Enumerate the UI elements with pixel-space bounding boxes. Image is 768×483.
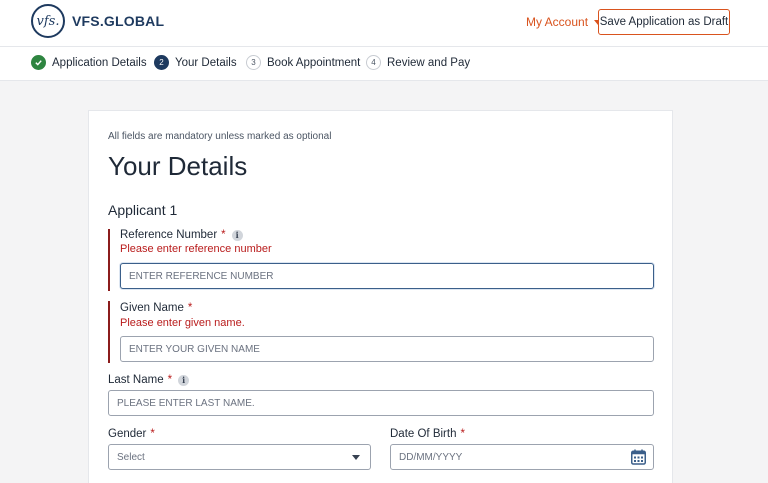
logo-text: VFS.GLOBAL <box>72 13 165 29</box>
last-name-input[interactable]: PLEASE ENTER LAST NAME. <box>108 390 654 416</box>
mandatory-note: All fields are mandatory unless marked a… <box>108 131 332 142</box>
reference-number-error: Please enter reference number <box>120 243 272 255</box>
calendar-icon[interactable] <box>631 449 646 465</box>
reference-number-label: Reference Number * i <box>120 229 243 241</box>
required-marker: * <box>167 374 173 386</box>
error-indicator-bar <box>108 301 110 363</box>
step-label: Application Details <box>52 56 147 69</box>
given-name-input[interactable]: ENTER YOUR GIVEN NAME <box>120 336 654 362</box>
required-marker: * <box>187 302 193 314</box>
my-account-label: My Account <box>526 15 589 29</box>
info-icon[interactable]: i <box>231 229 243 241</box>
required-marker: * <box>150 428 155 440</box>
date-of-birth-placeholder: DD/MM/YYYY <box>399 451 463 463</box>
reference-number-placeholder: ENTER REFERENCE NUMBER <box>129 270 274 282</box>
last-name-label: Last Name * i <box>108 374 190 386</box>
required-marker: * <box>460 428 465 440</box>
step-your-details[interactable]: 2 Your Details <box>154 55 237 70</box>
applicant-heading: Applicant 1 <box>108 202 178 218</box>
label-text: Date Of Birth <box>390 428 457 440</box>
logo-mark-icon: vfs. <box>31 4 65 38</box>
page-title: Your Details <box>108 151 248 181</box>
gender-label: Gender * <box>108 428 155 440</box>
step-label: Your Details <box>175 56 237 69</box>
label-text: Given Name <box>120 302 184 314</box>
my-account-menu[interactable]: My Account <box>526 15 603 29</box>
chevron-down-icon <box>352 455 360 460</box>
step-number: 2 <box>154 55 169 70</box>
vfs-global-logo[interactable]: vfs. VFS.GLOBAL <box>31 4 164 38</box>
your-details-form: All fields are mandatory unless marked a… <box>88 110 673 483</box>
top-header: vfs. VFS.GLOBAL My Account Save Applicat… <box>0 0 768 47</box>
label-text: Last Name <box>108 374 164 386</box>
checkmark-icon <box>31 55 46 70</box>
error-indicator-bar <box>108 229 110 291</box>
save-draft-button[interactable]: Save Application as Draft <box>598 9 730 35</box>
date-of-birth-label: Date Of Birth * <box>390 428 465 440</box>
label-text: Reference Number <box>120 229 218 241</box>
info-icon[interactable]: i <box>178 374 190 386</box>
reference-number-input[interactable]: ENTER REFERENCE NUMBER <box>120 263 654 289</box>
label-text: Gender <box>108 428 147 440</box>
step-number: 4 <box>366 55 381 70</box>
given-name-label: Given Name * <box>120 302 192 314</box>
given-name-error: Please enter given name. <box>120 317 245 329</box>
gender-select[interactable]: Select <box>108 444 371 470</box>
step-label: Book Appointment <box>267 56 361 69</box>
required-marker: * <box>221 229 226 241</box>
step-number: 3 <box>246 55 261 70</box>
step-book-appointment[interactable]: 3 Book Appointment <box>246 55 360 70</box>
gender-selected-value: Select <box>117 451 145 463</box>
step-application-details[interactable]: Application Details <box>31 55 147 70</box>
date-of-birth-input[interactable]: DD/MM/YYYY <box>390 444 654 470</box>
last-name-placeholder: PLEASE ENTER LAST NAME. <box>117 397 255 409</box>
progress-stepper: Application Details 2 Your Details 3 Boo… <box>0 47 768 81</box>
step-review-and-pay[interactable]: 4 Review and Pay <box>366 55 470 70</box>
given-name-placeholder: ENTER YOUR GIVEN NAME <box>129 343 260 355</box>
step-label: Review and Pay <box>387 56 471 69</box>
